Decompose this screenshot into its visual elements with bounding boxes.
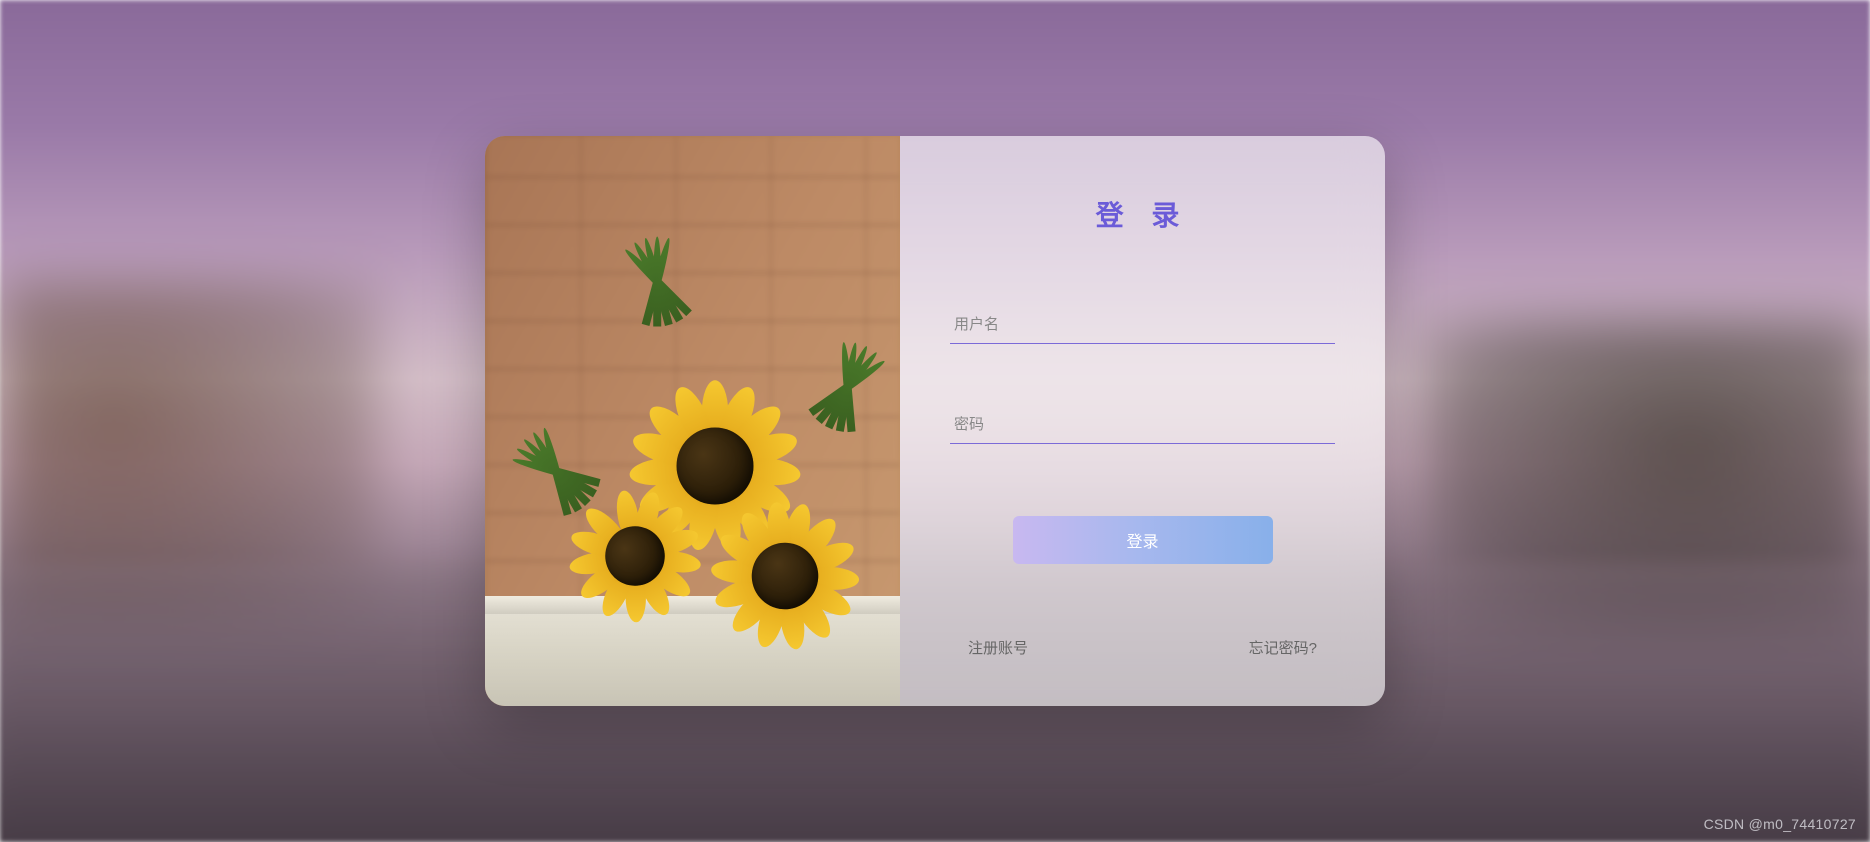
login-card: 登 录 登录 注册账号 忘记密码? [485,136,1385,706]
username-input[interactable] [950,306,1335,344]
form-title: 登 录 [950,194,1335,234]
login-button[interactable]: 登录 [1013,516,1273,564]
username-field [950,306,1335,344]
sunflower-icon [566,487,704,625]
card-illustration [485,136,900,706]
form-footer: 注册账号 忘记密码? [950,637,1335,666]
password-input[interactable] [950,406,1335,444]
register-link[interactable]: 注册账号 [968,637,1028,658]
password-field [950,406,1335,444]
forgot-password-link[interactable]: 忘记密码? [1249,637,1317,658]
watermark: CSDN @m0_74410727 [1704,816,1856,832]
login-form: 登 录 登录 注册账号 忘记密码? [900,136,1385,706]
